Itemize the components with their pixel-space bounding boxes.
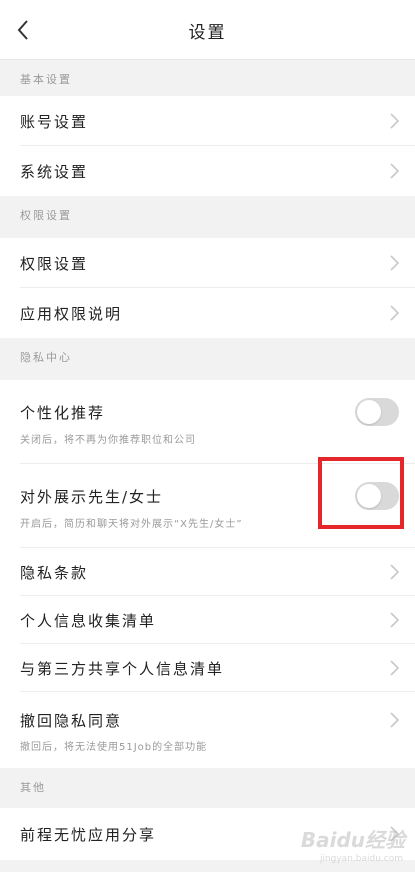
section-title: 其他 xyxy=(20,781,46,794)
watermark-logo: Baidu经验 xyxy=(300,828,405,852)
row-personal-info-list[interactable]: 个人信息收集清单 xyxy=(0,596,415,644)
row-label: 个人信息收集清单 xyxy=(20,612,157,630)
app-header: 设置 xyxy=(0,0,415,60)
row-privacy-terms[interactable]: 隐私条款 xyxy=(0,548,415,596)
section-header-permission: 权限设置 xyxy=(0,196,415,232)
row-permission-settings[interactable]: 权限设置 xyxy=(0,238,415,288)
row-label: 对外展示先生/女士 xyxy=(20,488,164,506)
section-title: 隐私中心 xyxy=(20,351,72,364)
row-label: 系统设置 xyxy=(20,163,89,181)
section-header-privacy: 隐私中心 xyxy=(0,338,415,374)
section-header-basic: 基本设置 xyxy=(0,60,415,96)
chevron-right-icon xyxy=(387,111,401,131)
chevron-right-icon xyxy=(387,303,401,323)
row-label: 个性化推荐 xyxy=(20,404,106,422)
chevron-right-icon xyxy=(387,562,401,582)
baidu-watermark: Baidu经验 jingyan.baidu.com xyxy=(291,822,411,866)
watermark-url: jingyan.baidu.com xyxy=(319,854,403,864)
row-label: 前程无忧应用分享 xyxy=(20,826,157,844)
chevron-right-icon xyxy=(387,658,401,678)
row-label: 应用权限说明 xyxy=(20,305,123,323)
row-label: 撤回隐私同意 xyxy=(20,712,123,730)
row-subtitle: 关闭后，将不再为你推荐职位和公司 xyxy=(20,435,196,446)
personalized-recommendation-toggle[interactable] xyxy=(355,398,399,426)
row-subtitle: 撤回后，将无法使用51Job的全部功能 xyxy=(20,742,208,753)
chevron-right-icon xyxy=(387,710,401,730)
row-system-settings[interactable]: 系统设置 xyxy=(0,146,415,196)
row-personalized-recommendation: 个性化推荐 关闭后，将不再为你推荐职位和公司 xyxy=(0,380,415,464)
chevron-right-icon xyxy=(387,161,401,181)
section-header-other: 其他 xyxy=(0,768,415,804)
row-app-permission-description[interactable]: 应用权限说明 xyxy=(0,288,415,338)
section-title: 基本设置 xyxy=(20,73,72,86)
chevron-right-icon xyxy=(387,253,401,273)
toggle-knob xyxy=(357,400,381,424)
row-third-party-share-list[interactable]: 与第三方共享个人信息清单 xyxy=(0,644,415,692)
row-label: 隐私条款 xyxy=(20,564,89,582)
row-label: 账号设置 xyxy=(20,113,89,131)
highlight-annotation-box xyxy=(318,457,404,529)
section-title: 权限设置 xyxy=(20,209,72,222)
row-subtitle: 开启后，简历和聊天将对外展示“X先生/女士” xyxy=(20,519,243,530)
row-revoke-privacy-consent[interactable]: 撤回隐私同意 撤回后，将无法使用51Job的全部功能 xyxy=(0,692,415,768)
row-account-settings[interactable]: 账号设置 xyxy=(0,96,415,146)
row-label: 与第三方共享个人信息清单 xyxy=(20,660,225,678)
chevron-right-icon xyxy=(387,610,401,630)
row-label: 权限设置 xyxy=(20,255,89,273)
page-title: 设置 xyxy=(188,23,227,43)
